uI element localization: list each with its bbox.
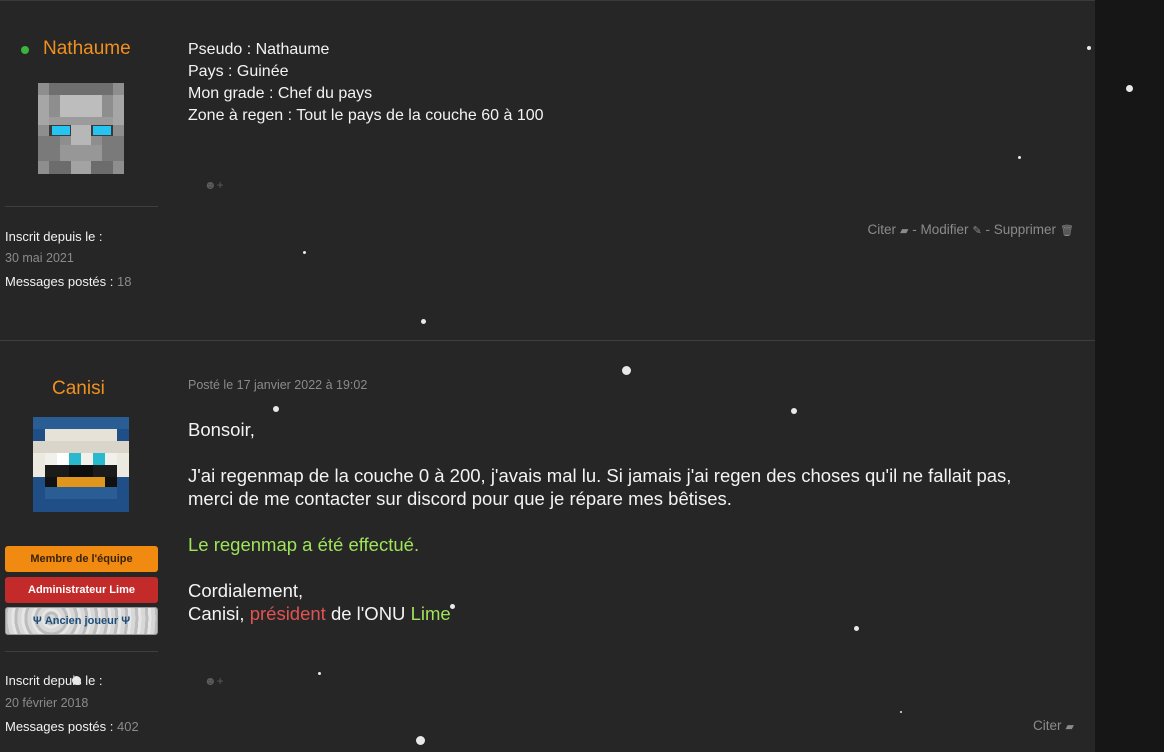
member-since-label: Inscrit depuis le : bbox=[5, 229, 103, 244]
status-text: Le regenmap a été effectué. bbox=[188, 534, 420, 555]
greeting-text: Bonsoir, bbox=[188, 419, 255, 440]
snowflake-decoration bbox=[273, 406, 279, 412]
content-line: Zone à regen : Tout le pays de la couche… bbox=[188, 107, 544, 124]
action-separator: - bbox=[985, 222, 990, 237]
badge-administrator: Administrateur Lime bbox=[5, 577, 158, 603]
snowflake-decoration bbox=[318, 672, 321, 675]
signature-brand: Lime bbox=[410, 603, 451, 624]
pencil-icon: ✎ bbox=[972, 225, 982, 237]
closing-text: Cordialement, bbox=[188, 580, 304, 601]
avatar[interactable] bbox=[38, 83, 124, 174]
post-actions: Citer ▰ - Modifier ✎ - Supprimer 🗑 bbox=[867, 222, 1074, 237]
post-date: Posté le 17 janvier 2022 à 19:02 bbox=[188, 378, 368, 392]
member-since-date: 20 février 2018 bbox=[5, 696, 89, 710]
body-text: J'ai regenmap de la couche 0 à 200, j'av… bbox=[188, 465, 1012, 486]
member-since-date: 30 mai 2021 bbox=[5, 251, 74, 265]
snowflake-decoration bbox=[1126, 85, 1133, 92]
body-text: merci de me contacter sur discord pour q… bbox=[188, 488, 732, 509]
quote-button[interactable]: Citer ▰ bbox=[867, 222, 908, 237]
post-actions: Citer ▰ bbox=[1033, 718, 1074, 733]
quote-icon: ▰ bbox=[899, 225, 909, 237]
profile-separator bbox=[5, 206, 158, 207]
snowflake-decoration bbox=[450, 604, 455, 609]
content-line: Mon grade : Chef du pays bbox=[188, 85, 373, 102]
content-line: Pays : Guinée bbox=[188, 63, 289, 80]
messages-count: 402 bbox=[117, 719, 139, 734]
post-canisi: Canisi Membre de l'équipe Administrateur… bbox=[0, 341, 1095, 752]
signature: Canisi, président de l'ONU Lime bbox=[188, 603, 451, 624]
online-status-dot bbox=[21, 46, 29, 54]
snowflake-decoration bbox=[622, 366, 631, 375]
messages-count: 18 bbox=[117, 274, 132, 289]
author-name[interactable]: Canisi bbox=[52, 378, 105, 400]
post-nathaume: Nathaume Inscrit depuis le : 30 mai 2021… bbox=[0, 1, 1095, 341]
author-name[interactable]: Nathaume bbox=[43, 38, 131, 60]
snowflake-decoration bbox=[1018, 156, 1021, 159]
quote-icon: ▰ bbox=[1065, 721, 1074, 733]
action-separator: - bbox=[912, 222, 917, 237]
snowflake-decoration bbox=[791, 408, 797, 414]
snowflake-decoration bbox=[854, 626, 859, 631]
snowflake-decoration bbox=[900, 711, 902, 713]
post-content: Bonsoir, J'ai regenmap de la couche 0 à … bbox=[188, 418, 1011, 625]
content-line: Pseudo : Nathaume bbox=[188, 41, 330, 58]
snowflake-decoration bbox=[72, 676, 81, 685]
forum-thread: Nathaume Inscrit depuis le : 30 mai 2021… bbox=[0, 0, 1095, 752]
add-reaction-icon[interactable]: ☻+ bbox=[204, 178, 224, 192]
quote-button[interactable]: Citer ▰ bbox=[1033, 718, 1074, 733]
profile-separator bbox=[5, 651, 158, 652]
delete-button[interactable]: Supprimer 🗑 bbox=[994, 222, 1074, 237]
messages-posted: Messages postés : 18 bbox=[5, 274, 132, 289]
page-background-right bbox=[1095, 0, 1164, 751]
post-content: Pseudo : Nathaume Pays : Guinée Mon grad… bbox=[188, 39, 544, 127]
avatar[interactable] bbox=[33, 417, 129, 512]
member-since-label: Inscrit depuis le : bbox=[5, 673, 103, 688]
add-reaction-icon[interactable]: ☻+ bbox=[204, 674, 224, 688]
snowflake-decoration bbox=[303, 251, 306, 254]
snowflake-decoration bbox=[421, 319, 426, 324]
snowflake-decoration bbox=[1087, 46, 1091, 50]
edit-button[interactable]: Modifier ✎ bbox=[920, 222, 981, 237]
badge-team-member: Membre de l'équipe bbox=[5, 546, 158, 572]
messages-posted: Messages postés : 402 bbox=[5, 719, 139, 734]
snowflake-decoration bbox=[416, 736, 425, 745]
trash-icon: 🗑 bbox=[1060, 225, 1074, 237]
signature-role: président bbox=[249, 603, 326, 624]
badge-former-player: Ψ Ancien joueur Ψ bbox=[5, 607, 158, 635]
